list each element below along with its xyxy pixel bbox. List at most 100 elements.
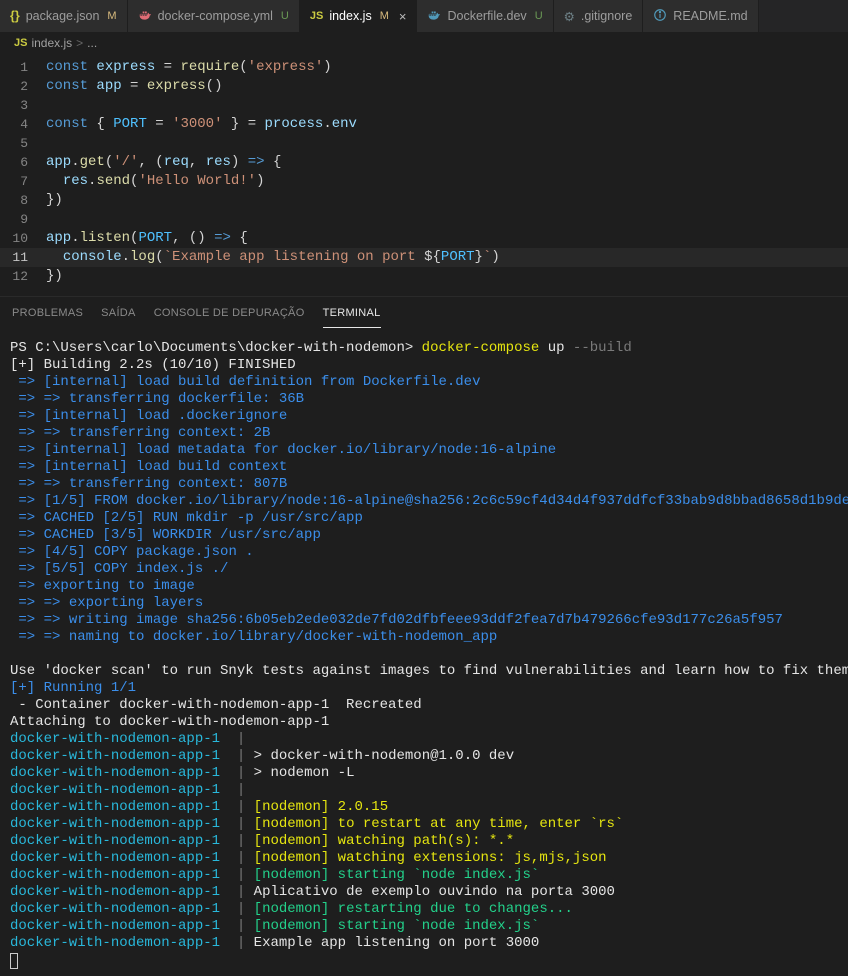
tab--gitignore[interactable]: ⚙.gitignore [554,0,644,32]
terminal-log-line: docker-with-nodemon-app-1 | [nodemon] wa… [10,850,838,867]
terminal-line: - Container docker-with-nodemon-app-1 Re… [10,697,838,714]
tab-index-js[interactable]: JS index.js M × [300,0,418,32]
tab-status: M [380,10,389,22]
terminal-line: => => naming to docker.io/library/docker… [10,629,838,646]
line-number: 6 [0,153,46,172]
code-line[interactable]: 7 res.send('Hello World!') [0,172,848,191]
line-number: 3 [0,96,46,115]
code-line[interactable]: 12}) [0,267,848,286]
panel-tab-console-de-depura-o[interactable]: CONSOLE DE DEPURAÇÃO [154,303,305,328]
close-icon[interactable]: × [399,9,407,24]
line-number: 9 [0,210,46,229]
js-icon: JS [310,10,323,22]
code-line[interactable]: 1const express = require('express') [0,58,848,77]
panel-tab-sa-da[interactable]: SAÍDA [101,303,136,328]
terminal-line: => [internal] load build definition from… [10,374,838,391]
tab-label: README.md [673,9,747,23]
tab-label: .gitignore [581,9,632,23]
terminal-log-line: docker-with-nodemon-app-1 | Example app … [10,935,838,952]
terminal[interactable]: PS C:\Users\carlo\Documents\docker-with-… [0,328,848,976]
terminal-line: => => writing image sha256:6b05eb2ede032… [10,612,838,629]
terminal-line: => CACHED [2/5] RUN mkdir -p /usr/src/ap… [10,510,838,527]
tab-readme-md[interactable]: README.md [643,0,758,32]
tab-status: U [535,10,543,22]
code-content[interactable]: const app = express() [46,77,222,96]
line-number: 2 [0,77,46,96]
code-content[interactable]: }) [46,191,63,210]
code-content[interactable] [46,210,54,229]
terminal-log-line: docker-with-nodemon-app-1 | [nodemon] wa… [10,833,838,850]
code-editor[interactable]: 1const express = require('express')2cons… [0,54,848,296]
terminal-log-line: docker-with-nodemon-app-1 | > docker-wit… [10,748,838,765]
terminal-line: => CACHED [3/5] WORKDIR /usr/src/app [10,527,838,544]
code-line[interactable]: 6app.get('/', (req, res) => { [0,153,848,172]
code-content[interactable]: console.log(`Example app listening on po… [46,248,500,267]
terminal-line: => [4/5] COPY package.json . [10,544,838,561]
terminal-log-line: docker-with-nodemon-app-1 | [10,782,838,799]
tab-label: index.js [329,9,371,23]
tab-package-json[interactable]: {}package.jsonM [0,0,128,32]
code-line[interactable]: 2const app = express() [0,77,848,96]
tab-label: docker-compose.yml [158,9,273,23]
code-line[interactable]: 9 [0,210,848,229]
line-number: 4 [0,115,46,134]
terminal-line: Attaching to docker-with-nodemon-app-1 [10,714,838,731]
chevron-right-icon: > [76,36,83,50]
terminal-line: => => exporting layers [10,595,838,612]
terminal-log-line: docker-with-nodemon-app-1 | Aplicativo d… [10,884,838,901]
line-number: 11 [0,248,46,267]
tab-docker-compose-yml[interactable]: docker-compose.yml U [128,0,300,32]
code-line[interactable]: 4const { PORT = '3000' } = process.env [0,115,848,134]
terminal-log-line: docker-with-nodemon-app-1 | [nodemon] st… [10,867,838,884]
terminal-prompt: PS C:\Users\carlo\Documents\docker-with-… [10,340,838,357]
terminal-log-line: docker-with-nodemon-app-1 | > nodemon -L [10,765,838,782]
terminal-build-header: [+] Building 2.2s (10/10) FINISHED [10,357,838,374]
terminal-log-line: docker-with-nodemon-app-1 | [nodemon] 2.… [10,799,838,816]
terminal-cursor [10,952,838,969]
terminal-log-line: docker-with-nodemon-app-1 | [nodemon] re… [10,901,838,918]
terminal-line: => => transferring dockerfile: 36B [10,391,838,408]
code-line[interactable]: 5 [0,134,848,153]
editor-tabs: {} package.json Mdocker-compose.yml U JS inde… [0,0,848,32]
info-icon [653,8,667,25]
terminal-line: => [1/5] FROM docker.io/library/node:16-… [10,493,838,510]
code-content[interactable]: res.send('Hello World!') [46,172,264,191]
tab-label: Dockerfile.dev [447,9,526,23]
terminal-line: => exporting to image [10,578,838,595]
terminal-line [10,646,838,663]
line-number: 10 [0,229,46,248]
code-line[interactable]: 11 console.log(`Example app listening on… [0,248,848,267]
docker-icon [427,8,441,25]
code-content[interactable]: }) [46,267,63,286]
code-line[interactable]: 3 [0,96,848,115]
terminal-log-line: docker-with-nodemon-app-1 | [nodemon] st… [10,918,838,935]
terminal-line: => [internal] load build context [10,459,838,476]
js-icon: JS [14,37,27,49]
panel-tab-terminal[interactable]: TERMINAL [323,303,381,328]
code-content[interactable]: const { PORT = '3000' } = process.env [46,115,357,134]
terminal-log-line: docker-with-nodemon-app-1 | [nodemon] to… [10,816,838,833]
panel-tabs: PROBLEMAS SAÍDA CONSOLE DE DEPURAÇÃO TERMIN… [0,296,848,328]
code-content[interactable]: app.listen(PORT, () => { [46,229,248,248]
code-line[interactable]: 10app.listen(PORT, () => { [0,229,848,248]
terminal-log-line: docker-with-nodemon-app-1 | [10,731,838,748]
code-content[interactable] [46,96,54,115]
breadcrumb-file: index.js [31,36,72,50]
tab-status: U [281,10,289,22]
tab-label: package.json [26,9,100,23]
docker-icon [138,8,152,25]
terminal-line: => [internal] load .dockerignore [10,408,838,425]
panel-tab-problemas[interactable]: PROBLEMAS [12,303,83,328]
breadcrumb[interactable]: JS index.js > ... [0,32,848,54]
terminal-line: => [internal] load metadata for docker.i… [10,442,838,459]
line-number: 8 [0,191,46,210]
terminal-line: => => transferring context: 2B [10,425,838,442]
code-content[interactable] [46,134,54,153]
breadcrumb-rest: ... [87,36,97,50]
terminal-line: [+] Running 1/1 [10,680,838,697]
tab-dockerfile-dev[interactable]: Dockerfile.dev U [417,0,553,32]
code-content[interactable]: const express = require('express') [46,58,332,77]
code-content[interactable]: app.get('/', (req, res) => { [46,153,281,172]
braces-icon: {} [10,9,20,23]
code-line[interactable]: 8}) [0,191,848,210]
